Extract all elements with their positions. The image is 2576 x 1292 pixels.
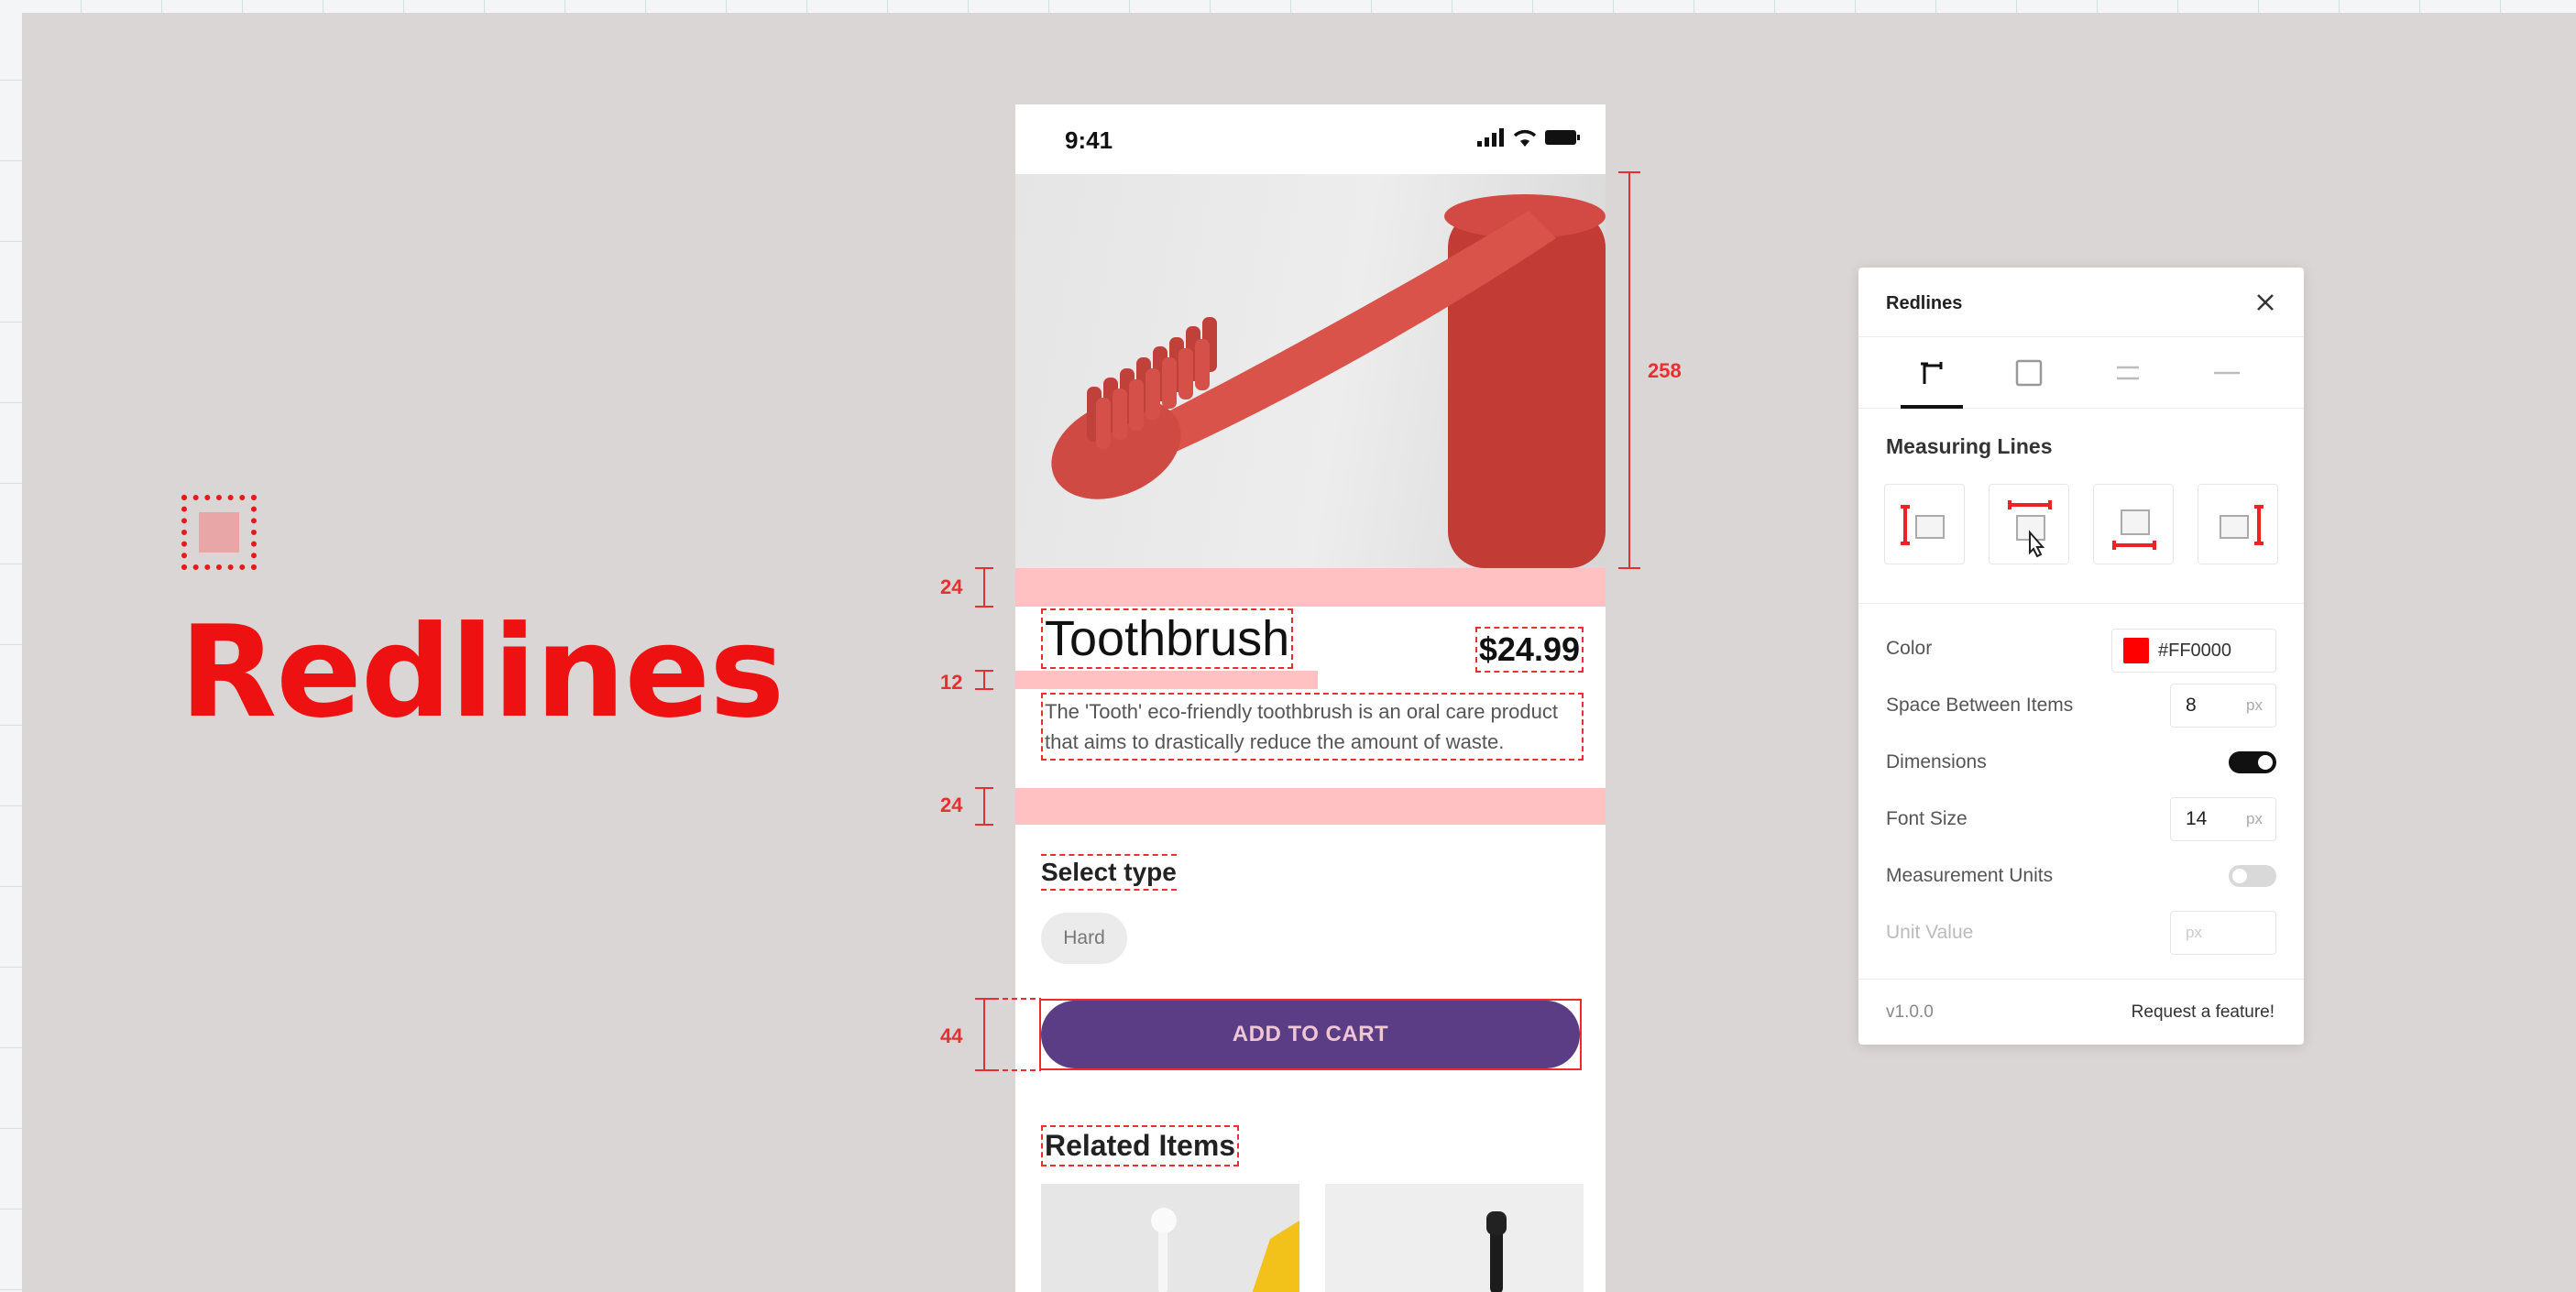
unit-value-input[interactable]: px: [2170, 911, 2276, 955]
measure-right-button[interactable]: [2198, 484, 2278, 564]
measure-lines-icon: [1921, 362, 1943, 384]
square-outline-icon: [2015, 359, 2043, 387]
related-items-title: Related Items: [1041, 1125, 1240, 1166]
color-swatch[interactable]: [2123, 638, 2149, 663]
font-size-value: 14: [2186, 808, 2208, 829]
font-size-unit: px: [2246, 810, 2263, 827]
add-to-cart-button[interactable]: ADD TO CART: [1041, 1001, 1580, 1068]
panel-header: Redlines: [1858, 268, 2304, 337]
spacing-highlight: [1015, 671, 1318, 689]
panel-title: Redlines: [1886, 293, 1963, 313]
measure-left-button[interactable]: [1884, 484, 1965, 564]
tab-measure-lines[interactable]: [1897, 337, 1967, 409]
status-bar: 9:41: [1015, 104, 1606, 174]
spacing-unit: px: [2246, 696, 2263, 714]
spacing-label: Space Between Items: [1886, 695, 2074, 716]
measure-bottom-button[interactable]: [2093, 484, 2174, 564]
annotation-button-height: 44: [940, 1024, 963, 1047]
line-icon: [2214, 371, 2240, 375]
phone-mockup: 9:41 Toothbrush $24.99 The 'Tooth' eco-f…: [1015, 104, 1606, 1292]
panel-divider: [1858, 603, 2304, 604]
panel-tabs: [1858, 337, 2304, 409]
spacing-highlight: [1015, 788, 1606, 825]
spacing-input[interactable]: 8 px: [2170, 684, 2276, 728]
type-chip-hard[interactable]: Hard: [1041, 913, 1127, 964]
canvas-ruler-left: [0, 0, 22, 1292]
font-size-label: Font Size: [1886, 808, 1968, 829]
measure-left-icon: [1901, 505, 1945, 545]
units-label: Measurement Units: [1886, 865, 2054, 886]
product-image: [1015, 174, 1606, 568]
measure-top-button[interactable]: [1989, 484, 2069, 564]
product-price: $24.99: [1474, 627, 1584, 673]
unit-value-label: Unit Value: [1886, 922, 1974, 943]
tab-square[interactable]: [1994, 337, 2064, 409]
annotation-image-height: 258: [1648, 359, 1682, 382]
dimensions-label: Dimensions: [1886, 751, 1987, 772]
color-label: Color: [1886, 638, 1933, 659]
product-description: The 'Tooth' eco-friendly toothbrush is a…: [1041, 693, 1584, 761]
wifi-icon: [1513, 129, 1537, 147]
tab-spacing[interactable]: [2093, 337, 2163, 409]
annotation-gap-after-desc: 24: [940, 794, 963, 816]
version-text: v1.0.0: [1886, 1002, 1934, 1022]
signal-icon: [1477, 128, 1504, 147]
related-item-card[interactable]: [1325, 1184, 1584, 1292]
spacing-lines-icon: [2117, 366, 2139, 380]
redlines-panel: Redlines Measuring Lines Color #FF0000 S…: [1858, 268, 2304, 1045]
status-icons: [1477, 128, 1580, 147]
annotation-gap-title: 24: [940, 575, 963, 598]
redlines-logo-icon: [181, 495, 257, 570]
measure-top-icon: [2008, 500, 2052, 558]
select-type-label: Select type: [1041, 854, 1177, 891]
product-title: Toothbrush: [1041, 608, 1294, 669]
color-value: #FF0000: [2158, 640, 2232, 661]
related-item-card[interactable]: [1041, 1184, 1299, 1292]
dimensions-toggle[interactable]: [2229, 751, 2276, 773]
panel-divider: [1858, 979, 2304, 980]
canvas-ruler-top: [0, 0, 2576, 13]
request-feature-link[interactable]: Request a feature!: [2132, 1002, 2275, 1023]
measure-right-icon: [2220, 505, 2264, 545]
measure-bottom-icon: [2112, 509, 2156, 550]
spacing-value: 8: [2186, 695, 2197, 716]
units-toggle[interactable]: [2229, 865, 2276, 887]
unit-value-placeholder: px: [2186, 924, 2202, 941]
font-size-input[interactable]: 14 px: [2170, 797, 2276, 841]
status-time: 9:41: [1065, 126, 1113, 154]
close-icon[interactable]: [2251, 288, 2280, 317]
annotation-gap-desc: 12: [940, 671, 963, 694]
page-title: Redlines: [180, 598, 784, 746]
color-field[interactable]: #FF0000: [2111, 629, 2276, 673]
battery-icon: [1545, 130, 1580, 145]
tab-line[interactable]: [2192, 337, 2262, 409]
spacing-highlight: [1015, 568, 1606, 607]
section-title: Measuring Lines: [1886, 434, 2053, 458]
